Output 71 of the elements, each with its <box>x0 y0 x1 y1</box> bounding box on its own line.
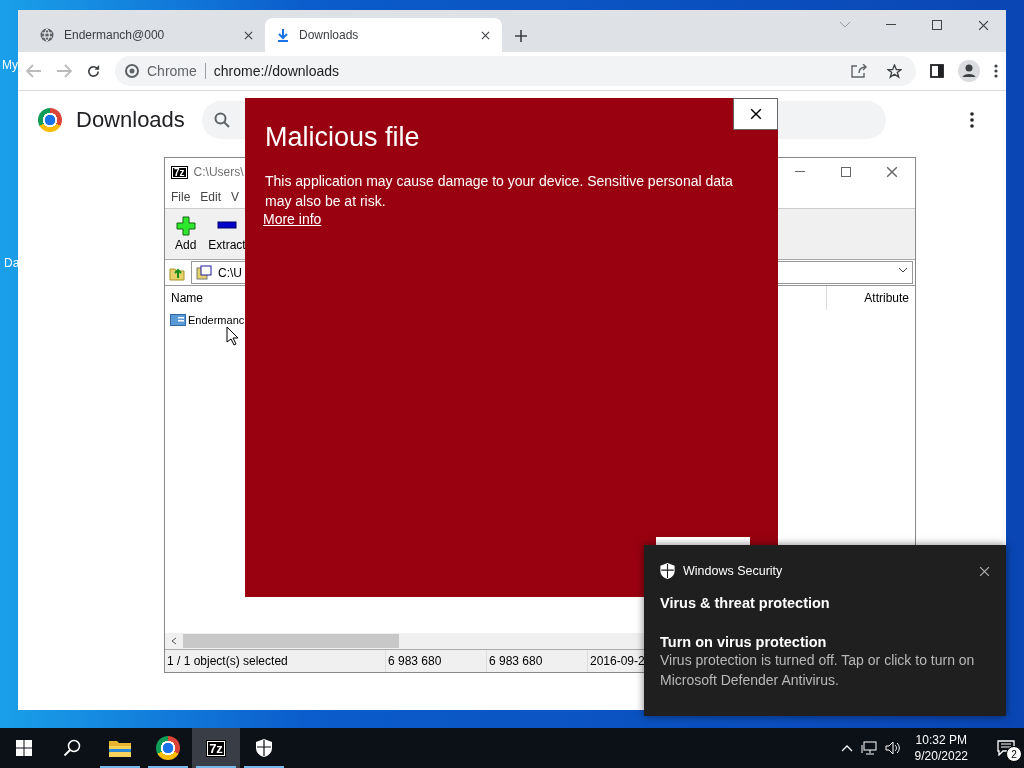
mouse-cursor-icon <box>226 326 240 346</box>
windows-logo-icon <box>16 740 32 756</box>
more-info-link[interactable]: More info <box>263 211 322 227</box>
menu-item[interactable]: V <box>231 190 240 204</box>
file-icon <box>170 314 186 326</box>
plus-icon <box>175 216 196 236</box>
globe-icon <box>40 28 54 42</box>
dialog-message: This application may cause damage to your device. Sensitive personal data may also be at risk. <box>265 172 734 211</box>
url-text: chrome://downloads <box>213 63 341 79</box>
address-bar[interactable]: Chrome chrome://downloads <box>115 56 916 86</box>
browser-tab[interactable]: Endermanch@000 <box>28 18 265 52</box>
share-icon[interactable] <box>851 64 867 78</box>
close-icon[interactable] <box>977 19 989 31</box>
window-title: C:\Users\ <box>193 165 244 179</box>
toast-title: Turn on virus protection <box>660 634 828 650</box>
folder-icon <box>109 739 131 757</box>
browser-logo-icon <box>38 108 62 132</box>
scrollbar-thumb[interactable] <box>183 634 399 648</box>
file-name[interactable]: Endermanc <box>188 314 245 326</box>
close-button[interactable] <box>733 98 778 130</box>
notification-toast[interactable]: Windows Security Virus & threat protection Turn on virus protection Virus protection is turned off. Tap or click to turn on Microsoft Defender Antivirus. <box>644 545 1006 716</box>
site-info-icon <box>125 64 139 78</box>
status-text: 1 / 1 object(s) selected <box>165 650 386 672</box>
status-text: 6 983 680 <box>386 650 487 672</box>
volume-icon[interactable] <box>884 741 901 755</box>
menu-item[interactable]: Edit <box>200 190 222 204</box>
archiver-icon: 7z <box>171 165 188 179</box>
taskbar-button[interactable]: 7z <box>192 728 240 768</box>
minimize-icon[interactable] <box>886 24 896 26</box>
reload-icon[interactable] <box>86 63 101 79</box>
toolbar-button[interactable]: Add <box>173 216 199 252</box>
star-icon[interactable] <box>887 63 902 79</box>
close-icon[interactable] <box>979 565 990 577</box>
browser-logo-icon <box>156 736 180 760</box>
menu-item[interactable]: File <box>171 190 191 204</box>
new-tab-icon[interactable] <box>514 29 528 43</box>
chevron-up-icon[interactable] <box>840 744 853 752</box>
notification-count: 2 <box>1006 746 1022 762</box>
browser-tab[interactable]: Downloads <box>265 18 502 52</box>
maximize-icon[interactable] <box>841 167 851 177</box>
more-icon[interactable] <box>970 112 974 128</box>
archiver-icon: 7z <box>206 739 226 757</box>
shield-icon <box>256 739 272 757</box>
side-panel-icon[interactable] <box>930 64 944 78</box>
close-tab-icon[interactable] <box>481 30 490 40</box>
shield-icon <box>660 563 675 579</box>
toolbar-button[interactable]: Extract <box>206 216 248 252</box>
clock[interactable]: 10:32 PM 9/20/2022 <box>914 732 968 764</box>
column-header[interactable]: Attribute <box>864 291 909 305</box>
toast-app-name: Windows Security <box>683 564 784 578</box>
download-icon <box>277 28 289 42</box>
minimize-icon[interactable] <box>795 171 805 173</box>
path-text: C:\U <box>218 265 242 280</box>
dialog-title: Malicious file <box>265 122 421 153</box>
site-label: Chrome <box>147 63 197 79</box>
close-tab-icon[interactable] <box>244 30 253 40</box>
drive-icon <box>196 265 212 280</box>
menu-icon[interactable] <box>994 64 998 78</box>
page-title: Downloads <box>76 107 186 133</box>
search-icon <box>63 739 81 757</box>
status-text: 6 983 680 <box>487 650 588 672</box>
message-icon <box>997 740 1015 756</box>
search-icon <box>214 112 230 128</box>
profile-icon[interactable] <box>958 60 980 82</box>
action-center-button[interactable]: 2 <box>988 728 1024 768</box>
scroll-left-icon[interactable] <box>171 637 177 645</box>
maximize-icon[interactable] <box>932 20 942 30</box>
network-icon[interactable] <box>860 741 877 755</box>
dropdown-caret-icon[interactable] <box>898 267 908 273</box>
close-icon[interactable] <box>749 108 762 120</box>
toast-heading: Virus & threat protection <box>660 595 831 611</box>
